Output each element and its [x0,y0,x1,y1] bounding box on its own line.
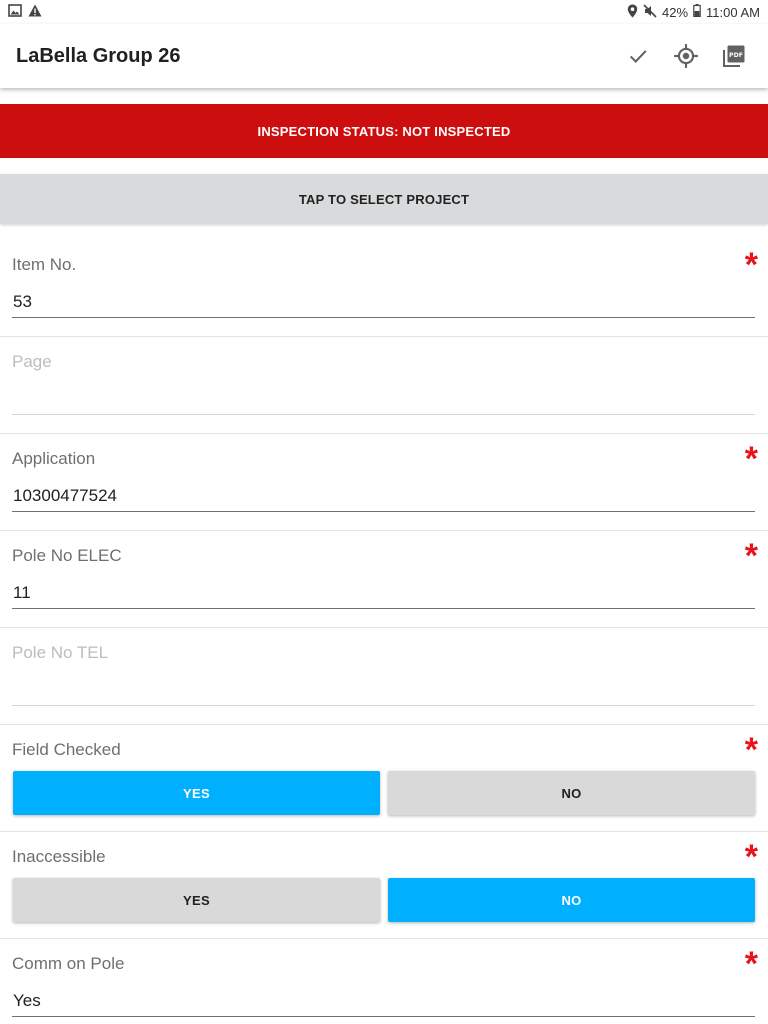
mute-icon [643,3,657,21]
page-input[interactable] [12,385,755,415]
page-label: Page [12,352,52,371]
field-application: Application * 10300477524 [0,434,768,531]
field-item-no: Item No. * 53 [0,240,768,337]
field-checked-toggle: YES NO [13,771,755,815]
field-comm-on-pole: Comm on Pole * Yes [0,939,768,1024]
pole-no-elec-input[interactable]: 11 [12,579,755,609]
required-asterisk-icon: * [744,945,758,983]
field-checked-no-button[interactable]: NO [388,771,755,815]
battery-percent: 42% [662,4,689,20]
field-field-checked: Field Checked * YES NO [0,725,768,832]
svg-text:PDF: PDF [729,52,743,59]
app-actions: PDF [624,42,748,70]
field-pole-no-tel: Pole No TEL [0,628,768,725]
app-title: LaBella Group 26 [16,44,181,67]
field-page: Page [0,337,768,434]
required-asterisk-icon: * [744,440,758,478]
comm-on-pole-label: Comm on Pole [12,954,125,973]
required-asterisk-icon: * [744,246,758,284]
status-bar-right: 42% 11:00 AM [627,3,760,21]
application-input[interactable]: 10300477524 [12,482,755,512]
comm-on-pole-input[interactable]: Yes [12,987,755,1017]
clock: 11:00 AM [706,4,760,20]
inaccessible-toggle: YES NO [13,878,755,922]
field-inaccessible: Inaccessible * YES NO [0,832,768,939]
inaccessible-label: Inaccessible [12,847,106,866]
required-asterisk-icon: * [744,838,758,876]
field-pole-no-elec: Pole No ELEC * 11 [0,531,768,628]
pole-no-elec-label: Pole No ELEC [12,546,122,565]
status-bar-left [8,4,42,20]
field-checked-label: Field Checked [12,740,121,759]
status-bar: 42% 11:00 AM [0,0,768,24]
inaccessible-no-button[interactable]: NO [388,878,755,922]
pole-no-tel-input[interactable] [12,676,755,706]
pdf-icon[interactable]: PDF [720,42,748,70]
warning-icon [28,4,42,20]
select-project-button[interactable]: TAP TO SELECT PROJECT [0,174,768,224]
field-checked-yes-button[interactable]: YES [13,771,380,815]
required-asterisk-icon: * [744,731,758,769]
required-asterisk-icon: * [744,537,758,575]
image-icon [8,4,22,20]
gps-target-icon[interactable] [672,42,700,70]
pole-no-tel-label: Pole No TEL [12,643,109,662]
app-bar: LaBella Group 26 PDF [0,24,768,88]
item-no-input[interactable]: 53 [12,288,755,318]
check-icon[interactable] [624,42,652,70]
inspection-form: Item No. * 53 Page Application * 1030047… [0,240,768,1024]
battery-icon [693,4,701,20]
location-icon [627,4,638,21]
inaccessible-yes-button[interactable]: YES [13,878,380,922]
application-label: Application [12,449,96,468]
inspection-status-banner: INSPECTION STATUS: NOT INSPECTED [0,104,768,158]
item-no-label: Item No. [12,255,77,274]
